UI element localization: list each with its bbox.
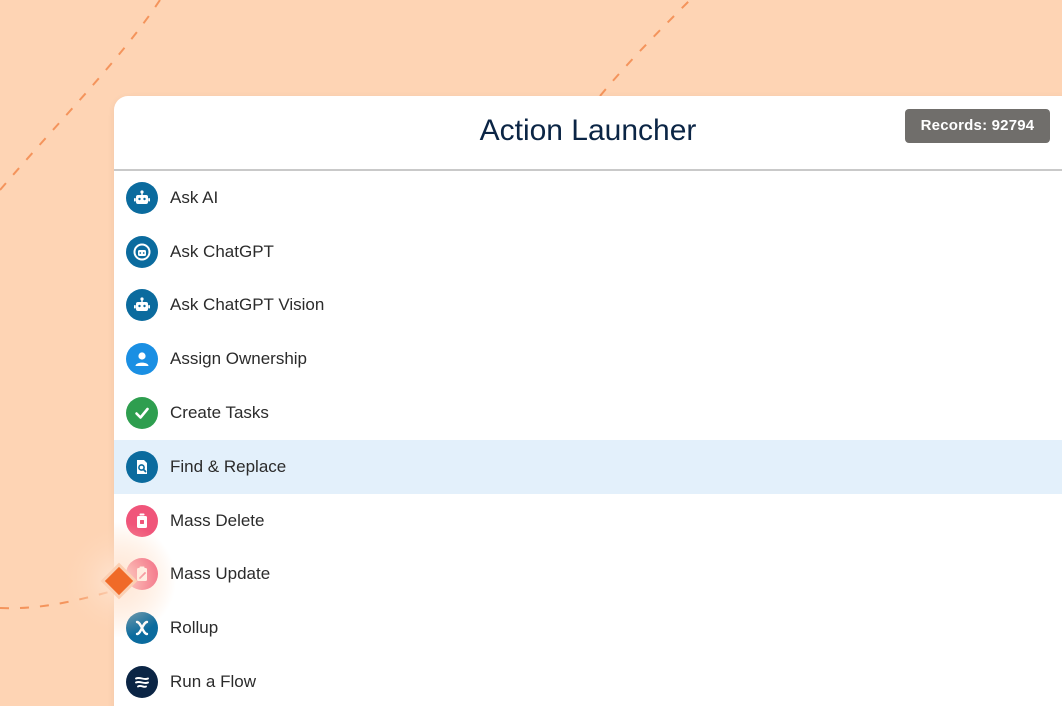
action-label: Find & Replace	[170, 456, 287, 476]
find-replace-icon	[126, 450, 158, 483]
cursor-pointer-icon	[60, 522, 176, 638]
user-icon	[126, 343, 158, 376]
action-item-ask-ai[interactable]: Ask AI	[114, 171, 1062, 225]
action-item-ask-chatgpt-vision[interactable]: Ask ChatGPT Vision	[114, 279, 1062, 333]
stage: Action Launcher Records: 92794 Ask AI As…	[0, 0, 1062, 706]
flow-icon	[126, 666, 158, 699]
chat-bot-icon	[126, 235, 158, 268]
action-label: Create Tasks	[170, 403, 269, 423]
action-item-create-tasks[interactable]: Create Tasks	[114, 386, 1062, 440]
panel-header: Action Launcher Records: 92794	[114, 96, 1062, 171]
action-label: Mass Delete	[170, 510, 265, 530]
action-list: Ask AI Ask ChatGPT Ask ChatGPT Vision As…	[114, 171, 1062, 706]
action-item-find-replace[interactable]: Find & Replace	[114, 439, 1062, 494]
action-item-run-a-flow[interactable]: Run a Flow	[114, 655, 1062, 706]
action-label: Ask ChatGPT	[170, 241, 274, 261]
action-label: Run a Flow	[170, 672, 256, 692]
records-badge: Records: 92794	[905, 109, 1050, 143]
action-item-mass-delete[interactable]: Mass Delete	[114, 494, 1062, 548]
action-item-mass-update[interactable]: Mass Update	[114, 548, 1062, 602]
action-item-assign-ownership[interactable]: Assign Ownership	[114, 332, 1062, 386]
check-icon	[126, 397, 158, 430]
robot-icon	[126, 289, 158, 322]
action-label: Ask AI	[170, 187, 219, 207]
action-item-ask-chatgpt[interactable]: Ask ChatGPT	[114, 225, 1062, 279]
action-launcher-panel: Action Launcher Records: 92794 Ask AI As…	[114, 96, 1062, 706]
action-label: Assign Ownership	[170, 349, 308, 369]
action-label: Mass Update	[170, 564, 271, 584]
action-label: Ask ChatGPT Vision	[170, 295, 325, 315]
action-item-rollup[interactable]: Rollup	[114, 601, 1062, 655]
robot-icon	[126, 181, 158, 214]
